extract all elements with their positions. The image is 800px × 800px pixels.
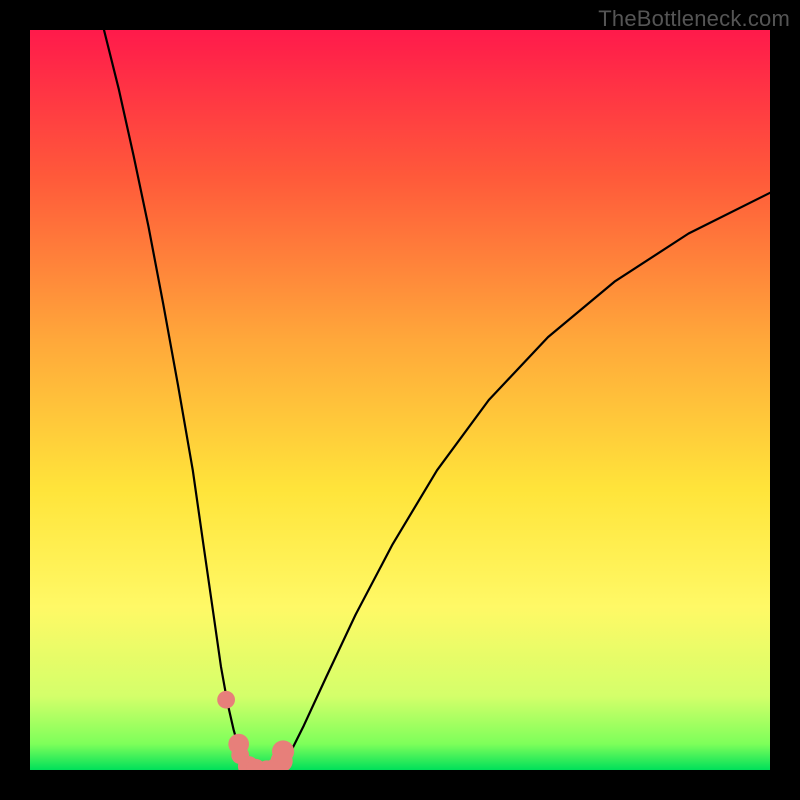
- data-marker: [217, 691, 235, 709]
- chart-frame: TheBottleneck.com: [0, 0, 800, 800]
- data-marker: [272, 740, 294, 762]
- gradient-background: [30, 30, 770, 770]
- plot-area: [30, 30, 770, 770]
- watermark-text: TheBottleneck.com: [598, 6, 790, 32]
- chart-svg: [30, 30, 770, 770]
